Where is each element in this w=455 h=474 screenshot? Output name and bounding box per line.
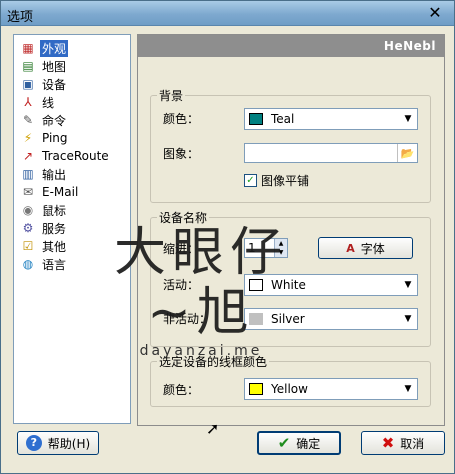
nav-item[interactable]: ☑ 其他 <box>20 237 130 255</box>
cancel-button[interactable]: ✖ 取消 <box>361 431 445 455</box>
nav-item-label: 语言 <box>42 257 67 272</box>
nav-item[interactable]: ▤ 地图 <box>20 57 130 75</box>
tile-image-checkbox-row[interactable]: ✓ 图像平铺 <box>244 172 309 189</box>
active-color-swatch <box>249 279 263 291</box>
chevron-down-icon[interactable]: ▼ <box>399 280 417 290</box>
nav-item[interactable]: ✉ E-Mail <box>20 183 130 201</box>
window-title: 选项 <box>7 10 34 25</box>
font-button[interactable]: A 字体 <box>318 237 413 259</box>
traceroute-icon: ↗ <box>22 149 34 163</box>
ok-button-label: 确定 <box>296 436 321 451</box>
nav-item[interactable]: ✎ 命令 <box>20 111 130 129</box>
device-icon: ▣ <box>22 77 34 91</box>
options-dialog: 选项 ✕ ▦ 外观 ▤ 地图 ▣ 设备 ⅄ 线 ✎ 命令 ⚡ Ping ↗ TraceRoute ▥ 输出 ✉ E… <box>0 0 455 474</box>
folder-open-icon[interactable]: 📂 <box>397 144 417 162</box>
indent-label: 缩进： <box>163 242 200 256</box>
output-icon: ▥ <box>22 167 34 181</box>
ok-button[interactable]: ✔ 确定 <box>257 431 341 455</box>
inactive-color-swatch <box>249 313 263 325</box>
chevron-down-icon[interactable]: ▼ <box>399 114 417 124</box>
frame-color-value: Yellow <box>271 382 308 396</box>
spin-up-icon[interactable]: ▲ <box>274 239 287 248</box>
bg-color-swatch <box>249 113 263 125</box>
mouse-cursor-icon: ➚ <box>206 419 220 438</box>
nav-item[interactable]: ↗ TraceRoute <box>20 147 130 165</box>
options-nav-list[interactable]: ▦ 外观 ▤ 地图 ▣ 设备 ⅄ 线 ✎ 命令 ⚡ Ping ↗ TraceRoute ▥ 输出 ✉ E-Mail… <box>13 34 131 424</box>
help-button[interactable]: ? 帮助(H) <box>17 431 99 455</box>
spin-down-icon[interactable]: ▼ <box>274 248 287 257</box>
bg-color-label: 颜色： <box>163 112 200 126</box>
nav-item-label: 线 <box>42 95 55 110</box>
title-bar[interactable]: 选项 ✕ <box>1 1 454 26</box>
nav-item-label: 外观 <box>40 39 69 57</box>
mouse-icon: ◉ <box>22 203 34 217</box>
active-color-select[interactable]: White ▼ <box>244 274 418 296</box>
nav-item-label: TraceRoute <box>42 149 109 163</box>
panel-banner: HeNebl <box>138 35 444 57</box>
dialog-client: ▦ 外观 ▤ 地图 ▣ 设备 ⅄ 线 ✎ 命令 ⚡ Ping ↗ TraceRoute ▥ 输出 ✉ E-Mail… <box>5 30 451 470</box>
nav-item-label: 输出 <box>42 167 67 182</box>
frame-color-select[interactable]: Yellow ▼ <box>244 378 418 400</box>
indent-stepper[interactable]: 1 ▲ ▼ <box>244 238 288 258</box>
active-color-value: White <box>271 278 306 292</box>
tile-image-label: 图像平铺 <box>261 174 310 188</box>
frame-color-label: 颜色： <box>163 383 200 397</box>
cancel-button-label: 取消 <box>400 436 425 451</box>
nav-item-label: 鼠标 <box>42 203 67 218</box>
map-icon: ▤ <box>22 59 34 73</box>
ping-icon: ⚡ <box>23 131 33 145</box>
font-button-label: 字体 <box>360 241 385 256</box>
nav-item[interactable]: ▥ 输出 <box>20 165 130 183</box>
help-button-label: 帮助(H) <box>47 436 91 451</box>
bg-color-value: Teal <box>271 112 295 126</box>
frame-color-legend: 选定设备的线框颜色 <box>157 353 270 370</box>
bg-color-select[interactable]: Teal ▼ <box>244 108 418 130</box>
nav-item-label: 地图 <box>42 59 67 74</box>
device-name-legend: 设备名称 <box>157 209 210 226</box>
inactive-color-select[interactable]: Silver ▼ <box>244 308 418 330</box>
service-icon: ⚙ <box>22 221 34 235</box>
bg-image-input[interactable]: 📂 <box>244 143 418 163</box>
nav-item[interactable]: ◉ 鼠标 <box>20 201 130 219</box>
nav-item-label: 服务 <box>42 221 67 236</box>
nav-item-label: 设备 <box>42 77 67 92</box>
email-icon: ✉ <box>22 185 34 199</box>
line-icon: ⅄ <box>24 95 32 109</box>
nav-item[interactable]: ▦ 外观 <box>20 39 130 57</box>
indent-value: 1 <box>248 241 256 255</box>
appearance-panel: HeNebl 背景 颜色： Teal ▼ 图象： 📂 ✓ 图像平铺 设备名称 缩… <box>137 34 445 426</box>
other-icon: ☑ <box>22 239 34 253</box>
bg-image-label: 图象： <box>163 147 200 161</box>
nav-item[interactable]: ⅄ 线 <box>20 93 130 111</box>
help-icon: ? <box>25 435 42 451</box>
appearance-icon: ▦ <box>22 41 34 55</box>
frame-color-group: 选定设备的线框颜色 颜色： Yellow ▼ <box>150 353 431 407</box>
nav-item[interactable]: ▣ 设备 <box>20 75 130 93</box>
cancel-x-icon: ✖ <box>381 434 395 452</box>
frame-color-swatch <box>249 383 263 395</box>
background-group: 背景 颜色： Teal ▼ 图象： 📂 ✓ 图像平铺 <box>150 87 431 203</box>
nav-item[interactable]: ◍ 语言 <box>20 255 130 273</box>
background-legend: 背景 <box>157 87 186 104</box>
language-icon: ◍ <box>22 257 34 271</box>
nav-item[interactable]: ⚡ Ping <box>20 129 130 147</box>
indent-spin-arrows[interactable]: ▲ ▼ <box>274 239 287 257</box>
chevron-down-icon[interactable]: ▼ <box>399 384 417 394</box>
tile-image-checkbox[interactable]: ✓ <box>244 174 257 187</box>
device-name-group: 设备名称 缩进： 1 ▲ ▼ A 字体 活动： White ▼ 非活动： Sil… <box>150 209 431 347</box>
command-icon: ✎ <box>22 113 34 127</box>
active-label: 活动： <box>163 278 200 292</box>
font-icon: A <box>346 241 355 255</box>
close-icon[interactable]: ✕ <box>426 4 444 22</box>
nav-item-label: Ping <box>42 131 68 145</box>
inactive-color-value: Silver <box>271 312 305 326</box>
chevron-down-icon[interactable]: ▼ <box>399 314 417 324</box>
nav-item[interactable]: ⚙ 服务 <box>20 219 130 237</box>
inactive-label: 非活动： <box>163 312 212 326</box>
nav-item-label: E-Mail <box>42 185 79 199</box>
nav-item-label: 命令 <box>42 113 67 128</box>
checkmark-icon: ✔ <box>277 434 291 452</box>
nav-item-label: 其他 <box>42 239 67 254</box>
